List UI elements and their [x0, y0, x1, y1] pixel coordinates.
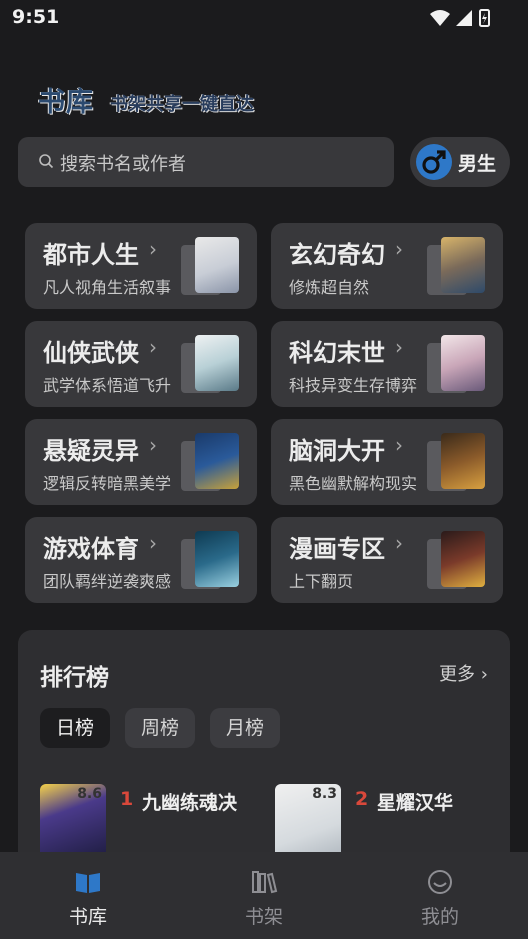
- ranking-title: 排行榜: [40, 665, 109, 691]
- tab-weekly[interactable]: 周榜: [125, 708, 195, 748]
- chevron-right-icon: ›: [395, 433, 403, 457]
- book-cover-image: [441, 237, 485, 293]
- category-card[interactable]: 脑洞大开 › 黑色幽默解构现实: [271, 419, 503, 505]
- bottom-nav: 书库 书架 我的: [0, 852, 528, 939]
- search-icon: [39, 154, 54, 169]
- category-name: 悬疑灵异: [43, 437, 139, 465]
- chevron-right-icon: ›: [149, 335, 157, 359]
- category-desc: 科技异变生存博弈: [289, 376, 418, 395]
- ranking-more-link[interactable]: 更多 ›: [439, 660, 488, 686]
- category-desc: 逻辑反转暗黑美学: [43, 474, 172, 493]
- category-card[interactable]: 漫画专区 › 上下翻页: [271, 517, 503, 603]
- status-bar: 9:51: [0, 0, 528, 36]
- category-card[interactable]: 科幻末世 › 科技异变生存博弈: [271, 321, 503, 407]
- cover-stack: [181, 531, 241, 591]
- tab-daily[interactable]: 日榜: [40, 708, 110, 748]
- chevron-right-icon: ›: [480, 664, 488, 685]
- book-score: 8.3: [312, 786, 337, 802]
- wifi-icon: [430, 10, 450, 26]
- nav-label: 书架: [244, 906, 283, 928]
- cover-stack: [427, 433, 487, 493]
- category-card[interactable]: 悬疑灵异 › 逻辑反转暗黑美学: [25, 419, 257, 505]
- category-desc: 凡人视角生活叙事: [43, 278, 172, 297]
- cover-stack: [181, 335, 241, 395]
- book-title: 星耀汉华: [377, 792, 454, 814]
- category-desc: 上下翻页: [289, 572, 354, 591]
- category-name: 都市人生: [43, 241, 139, 269]
- book-open-icon: [76, 873, 100, 893]
- category-desc: 黑色幽默解构现实: [289, 474, 418, 493]
- ranking-more-label: 更多: [439, 664, 476, 685]
- chevron-right-icon: ›: [395, 335, 403, 359]
- category-desc: 修炼超自然: [289, 278, 370, 297]
- gender-toggle-button[interactable]: 男生: [410, 137, 510, 187]
- header-slogan: 书架共享一键直达: [110, 94, 254, 115]
- category-desc: 团队羁绊逆袭爽感: [43, 572, 172, 591]
- search-placeholder: 搜索书名或作者: [60, 154, 186, 175]
- chevron-right-icon: ›: [149, 433, 157, 457]
- category-card[interactable]: 游戏体育 › 团队羁绊逆袭爽感: [25, 517, 257, 603]
- cover-stack: [427, 531, 487, 591]
- book-title: 九幽练魂决: [142, 792, 238, 814]
- book-cover-image: [195, 335, 239, 391]
- book-cover-image: [195, 433, 239, 489]
- category-name: 漫画专区: [289, 535, 385, 563]
- category-name: 科幻末世: [289, 339, 385, 367]
- category-card[interactable]: 都市人生 › 凡人视角生活叙事: [25, 223, 257, 309]
- cover-stack: [427, 335, 487, 395]
- book-rank: 2: [355, 788, 369, 810]
- chevron-right-icon: ›: [395, 531, 403, 555]
- signal-icon: [456, 10, 472, 26]
- chevron-right-icon: ›: [149, 237, 157, 261]
- book-rank: 1: [120, 788, 134, 810]
- category-name: 脑洞大开: [289, 437, 385, 465]
- page-title: 书库: [38, 87, 94, 118]
- category-card[interactable]: 玄幻奇幻 › 修炼超自然: [271, 223, 503, 309]
- category-name: 玄幻奇幻: [289, 241, 385, 269]
- cover-stack: [181, 433, 241, 493]
- nav-item-profile[interactable]: 我的: [380, 852, 500, 939]
- status-time: 9:51: [12, 6, 60, 28]
- book-cover-image: [195, 531, 239, 587]
- category-desc: 武学体系悟道飞升: [43, 376, 172, 395]
- cover-stack: [427, 237, 487, 297]
- smile-icon: [428, 870, 452, 894]
- category-name: 仙侠武侠: [43, 339, 139, 367]
- book-cover-image: [441, 335, 485, 391]
- nav-label: 我的: [420, 906, 459, 928]
- status-icons: [430, 9, 490, 27]
- search-input[interactable]: 搜索书名或作者: [18, 137, 394, 187]
- male-icon: [416, 144, 452, 180]
- nav-item-bookshelf[interactable]: 书架: [204, 852, 324, 939]
- book-score: 8.6: [77, 786, 102, 802]
- book-cover-image: [441, 531, 485, 587]
- bookshelf-icon: [252, 871, 278, 894]
- book-cover-image: [195, 237, 239, 293]
- nav-item-library[interactable]: 书库: [28, 852, 148, 939]
- nav-label: 书库: [68, 906, 107, 928]
- category-name: 游戏体育: [43, 535, 139, 563]
- book-cover-image: [441, 433, 485, 489]
- tab-monthly[interactable]: 月榜: [210, 708, 280, 748]
- category-card[interactable]: 仙侠武侠 › 武学体系悟道飞升: [25, 321, 257, 407]
- gender-label: 男生: [458, 153, 497, 175]
- cover-stack: [181, 237, 241, 297]
- chevron-right-icon: ›: [149, 531, 157, 555]
- chevron-right-icon: ›: [395, 237, 403, 261]
